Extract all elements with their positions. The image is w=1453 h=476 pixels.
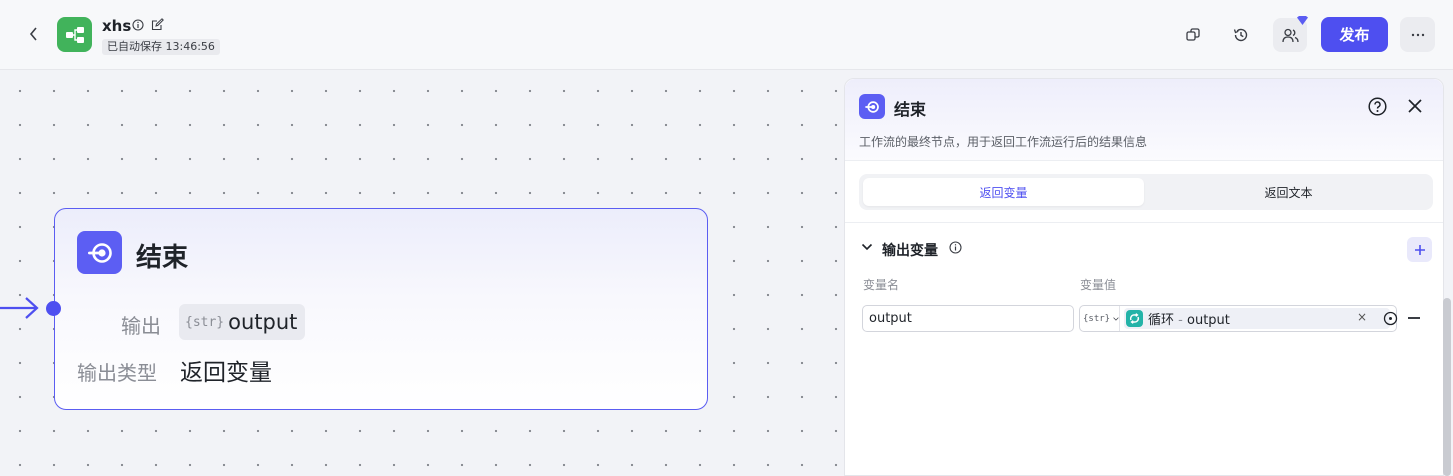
divider xyxy=(845,222,1443,223)
node-title: 结束 xyxy=(136,243,189,273)
column-header-value: 变量值 xyxy=(1080,278,1117,292)
incoming-edge-arrow xyxy=(0,297,39,319)
node-input-port[interactable] xyxy=(46,301,61,316)
end-node[interactable]: 结束 输出 {str} output 输出类型 返回变量 xyxy=(46,208,708,410)
target-icon[interactable] xyxy=(1383,311,1398,326)
history-button[interactable] xyxy=(1224,18,1258,52)
panel-scrollbar[interactable] xyxy=(1443,298,1451,476)
panel-description: 工作流的最终节点，用于返回工作流运行后的结果信息 xyxy=(859,135,1148,149)
autosave-badge: 已自动保存 13:46:56 xyxy=(102,39,220,55)
column-header-name: 变量名 xyxy=(863,278,900,292)
reference-variable-name: output xyxy=(1187,313,1230,328)
remove-variable-button[interactable] xyxy=(1408,317,1420,319)
panel-header: 结束 工作流的最终节点，用于返回工作流运行后的结果信息 xyxy=(845,79,1443,161)
info-icon[interactable] xyxy=(132,19,144,31)
more-button[interactable] xyxy=(1400,17,1435,52)
premium-badge-icon xyxy=(1297,16,1308,25)
plus-icon xyxy=(1414,244,1425,255)
end-node-icon xyxy=(859,94,885,119)
node-output-type-label: 输出类型 xyxy=(77,361,157,385)
node-config-panel: 结束 工作流的最终节点，用于返回工作流运行后的结果信息 返回变量 返回文本 输出… xyxy=(844,78,1444,476)
node-output-label: 输出 xyxy=(121,314,161,338)
more-horizontal-icon xyxy=(1411,33,1424,36)
variable-value-field: {str} 循环 - output × xyxy=(1079,305,1398,332)
loop-icon xyxy=(1126,310,1143,327)
copy-button[interactable] xyxy=(1176,18,1210,52)
section-title-output-variables: 输出变量 xyxy=(882,243,938,259)
string-type-tag: {str} xyxy=(1083,313,1111,324)
string-type-tag: {str} xyxy=(185,314,225,330)
publish-button[interactable]: 发布 xyxy=(1321,17,1388,52)
add-variable-button[interactable] xyxy=(1407,237,1432,262)
chevron-left-icon xyxy=(29,27,37,41)
chevron-down-icon[interactable] xyxy=(861,242,873,252)
clear-reference-icon[interactable]: × xyxy=(1357,310,1367,324)
end-node-icon xyxy=(77,231,122,274)
node-output-chip: {str} output xyxy=(179,304,306,340)
history-icon xyxy=(1233,28,1248,42)
top-bar: xhs 已自动保存 13:46:56 发布 xyxy=(0,0,1453,70)
app-name: xhs xyxy=(102,17,132,35)
workflow-canvas[interactable]: 结束 输出 {str} output 输出类型 返回变量 xyxy=(0,71,845,476)
return-mode-tabs: 返回变量 返回文本 xyxy=(859,174,1433,210)
edit-icon[interactable] xyxy=(151,18,164,31)
node-output-type-value: 返回变量 xyxy=(180,360,272,386)
help-icon[interactable] xyxy=(1368,97,1387,116)
users-icon xyxy=(1281,28,1299,42)
chevron-down-icon xyxy=(1113,316,1119,321)
reference-source-name: 循环 xyxy=(1148,313,1175,328)
variable-name-input[interactable] xyxy=(862,305,1074,332)
info-icon[interactable] xyxy=(949,241,962,254)
back-button[interactable] xyxy=(22,22,46,46)
panel-title: 结束 xyxy=(894,100,927,119)
variable-reference-chip[interactable]: 循环 - output × xyxy=(1124,308,1390,329)
tab-return-text[interactable]: 返回文本 xyxy=(1148,178,1429,206)
node-output-value: output xyxy=(228,310,298,334)
close-icon[interactable] xyxy=(1407,98,1423,114)
variable-type-select[interactable]: {str} xyxy=(1080,306,1120,331)
tab-return-variable[interactable]: 返回变量 xyxy=(863,178,1144,206)
reference-separator: - xyxy=(1178,313,1183,328)
copy-icon xyxy=(1186,28,1200,41)
workflow-logo-icon xyxy=(57,17,92,52)
